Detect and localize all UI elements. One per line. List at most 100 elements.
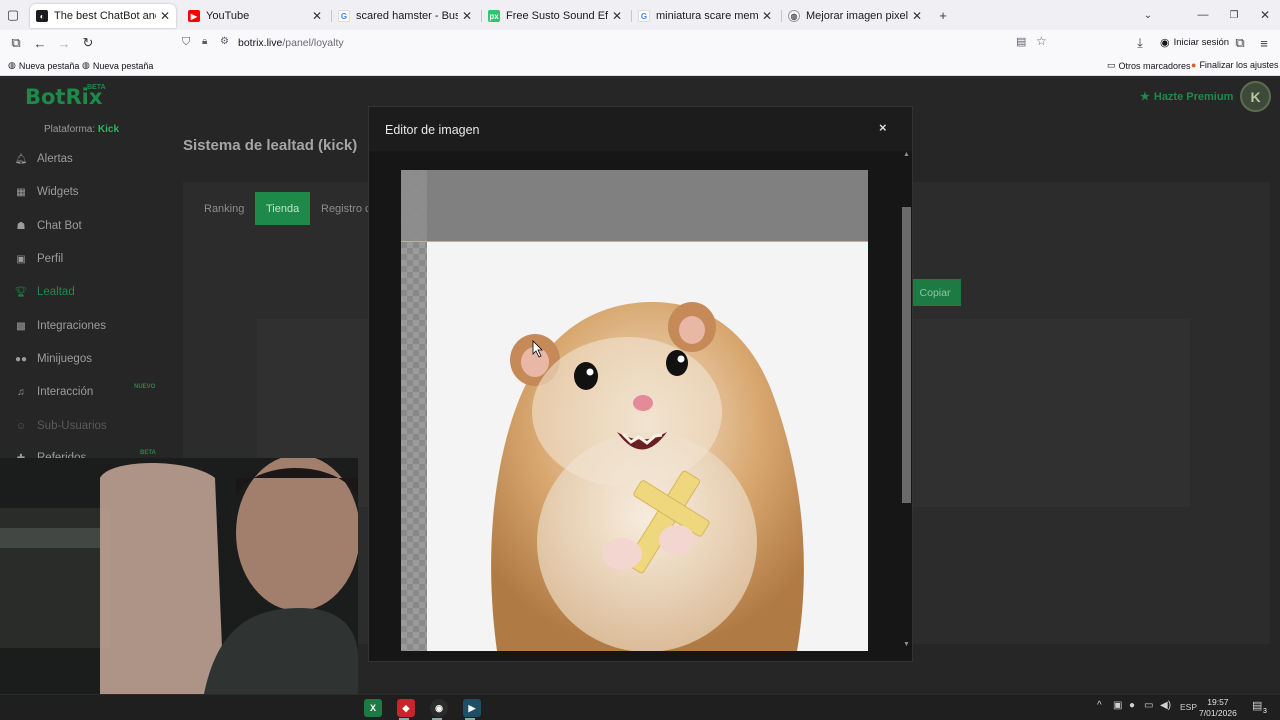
sign-in-button[interactable]: ◉ Iniciar sesión [1160, 36, 1229, 49]
clock[interactable]: 19:57 7/01/2026 [1199, 697, 1237, 719]
url-path: /panel/loyalty [282, 37, 344, 49]
sidebar-item-interaccion[interactable]: ♫ Interacción [14, 382, 93, 402]
sidebar-item-widgets[interactable]: ▦ Widgets [14, 182, 79, 202]
image-crop-area[interactable] [401, 170, 868, 651]
bell-icon: 🔔︎ [14, 153, 28, 165]
close-tab-icon[interactable]: ✕ [312, 9, 322, 23]
premium-button[interactable]: ★ Hazte Premium [1140, 90, 1233, 104]
bookmark-label: Nueva pestaña [18, 60, 80, 71]
network-icon[interactable]: ▭ [1144, 700, 1153, 711]
bookmark-new-tab-1[interactable]: ◍ Nueva pestaña [8, 60, 79, 71]
volume-icon[interactable]: ◀) [1160, 700, 1171, 711]
tab-google-scare[interactable]: G miniatura scare meme - Buscar ✕ [632, 4, 778, 28]
close-tab-icon[interactable]: ✕ [912, 9, 922, 23]
sidebar-item-label: Chat Bot [37, 220, 82, 232]
downloads-icon[interactable]: ⤓ [1131, 34, 1149, 52]
tray-device-icon[interactable]: ▣ [1113, 700, 1122, 711]
forward-button[interactable]: → [55, 34, 73, 52]
close-tab-icon[interactable]: ✕ [160, 9, 170, 23]
terminal-glyph: ▶ [468, 702, 476, 713]
reader-view-icon[interactable]: ▤ [1016, 35, 1026, 48]
tab-list-chevron-down-icon[interactable]: ⌄ [1139, 6, 1157, 24]
back-button[interactable]: ← [31, 34, 49, 52]
terminal-icon[interactable]: ▶ [463, 699, 481, 717]
other-bookmarks[interactable]: ▭ Otros marcadores [1107, 60, 1191, 71]
tab-youtube[interactable]: ▶ YouTube ✕ [182, 4, 328, 28]
globe-icon: ◍ [8, 60, 16, 70]
excel-glyph: X [369, 703, 376, 713]
close-tab-icon[interactable]: ✕ [612, 9, 622, 23]
scroll-up-icon[interactable]: ▲ [903, 151, 910, 158]
platform-indicator: Plataforma: Kick [44, 124, 119, 135]
language-indicator[interactable]: ESP [1180, 702, 1197, 712]
sidebar-item-lealtad[interactable]: 🏆︎ Lealtad [14, 282, 75, 302]
gamepad-icon: ●● [14, 353, 28, 365]
new-tab-button[interactable]: + [934, 6, 952, 24]
obs-icon[interactable]: ◉ [430, 699, 448, 717]
tab-tienda[interactable]: Tienda [255, 192, 311, 225]
tab-overview-icon[interactable]: ▢ [4, 6, 22, 24]
extensions-icon[interactable]: ⧉ [1231, 34, 1249, 52]
scroll-down-icon[interactable]: ▼ [903, 641, 910, 648]
tab-pixabay[interactable]: px Free Susto Sound Effects Downl ✕ [482, 4, 628, 28]
close-tab-icon[interactable]: ✕ [462, 9, 472, 23]
tab-mejorar-imagen[interactable]: ◍ Mejorar imagen pixelada ✕ [782, 4, 928, 28]
platform-label: Plataforma: [44, 124, 96, 135]
other-bookmarks-label: Otros marcadores [1118, 60, 1191, 71]
sidebar-item-integraciones[interactable]: ▩ Integraciones [14, 316, 106, 336]
tab-ranking[interactable]: Ranking [193, 192, 255, 225]
reload-button[interactable]: ↻ [79, 34, 97, 52]
modal-close-button[interactable]: × [879, 120, 887, 135]
bookmark-star-icon[interactable]: ☆ [1036, 34, 1047, 48]
account-icon: ◉ [1160, 37, 1170, 49]
id-card-icon: ▣ [16, 253, 26, 265]
crop-guide-line[interactable] [401, 241, 868, 242]
nuevo-badge: NUEVO [134, 384, 156, 390]
tab-title: scared hamster - Buscar con Go [356, 10, 458, 22]
pixabay-icon: px [488, 10, 500, 22]
restore-window-button[interactable]: ❐ [1225, 6, 1243, 24]
close-tab-icon[interactable]: ✕ [762, 9, 772, 23]
tab-botrix[interactable]: ◐ The best ChatBot and Widgets f ✕ [30, 4, 176, 28]
avatar[interactable]: K [1240, 81, 1271, 112]
url-text[interactable]: botrix.live/panel/loyalty [238, 37, 344, 49]
open-tab-in-window-icon[interactable]: ⧉ [7, 34, 25, 52]
notifications-icon[interactable]: ▤ [1252, 699, 1262, 712]
tab-google-hamster[interactable]: G scared hamster - Buscar con Go ✕ [332, 4, 478, 28]
sidebar-item-chatbot[interactable]: ☗ Chat Bot [14, 216, 82, 236]
hamster-illustration [491, 302, 804, 651]
tab-title: Free Susto Sound Effects Downl [506, 10, 608, 22]
address-bar[interactable]: ⛉ 🔒︎ ⚙ botrix.live/panel/loyalty ▤ ☆ [174, 32, 1056, 54]
permissions-icon[interactable]: ⚙ [220, 36, 229, 47]
menu-icon[interactable]: ≡ [1255, 34, 1273, 52]
tray-chevron-up-icon[interactable]: ^ [1097, 700, 1102, 711]
sidebar-item-minijuegos[interactable]: ●● Minijuegos [14, 349, 92, 369]
bookmark-new-tab-2[interactable]: ◍ Nueva pestaña [82, 60, 153, 71]
taskbar: X ◆ ◉ ▶ ^ ▣ ● ▭ ◀) ESP 19:57 7/01/2026 ▤ … [0, 694, 1280, 720]
microphone-icon[interactable]: ● [1129, 700, 1135, 711]
shield-icon[interactable]: ⛉ [182, 36, 190, 49]
finish-settings[interactable]: ● Finalizar los ajustes [1191, 60, 1278, 70]
modal-title: Editor de imagen [385, 123, 480, 137]
minimize-window-button[interactable]: — [1194, 6, 1212, 24]
clock-time: 19:57 [1207, 697, 1229, 707]
lock-icon[interactable]: 🔒︎ [202, 36, 207, 47]
sidebar-item-sub-usuarios[interactable]: ☺ Sub-Usuarios [14, 416, 107, 436]
image-canvas[interactable]: ▲ ▼ ◀ ▶ [369, 151, 912, 704]
crop-overlay [401, 170, 868, 241]
sidebar-item-label: Widgets [37, 186, 79, 198]
hamster-image[interactable] [427, 242, 868, 651]
vertical-scroll-thumb[interactable] [902, 207, 911, 503]
copy-button[interactable]: Copiar [909, 279, 961, 306]
platform-value: Kick [97, 124, 120, 135]
folder-icon: ▭ [1107, 60, 1116, 70]
tab-title: miniatura scare meme - Buscar [656, 10, 758, 22]
excel-icon[interactable]: X [364, 699, 382, 717]
close-window-button[interactable]: ✕ [1256, 6, 1274, 24]
sign-in-label: Iniciar sesión [1173, 37, 1230, 48]
grid-icon: ▦ [16, 186, 26, 198]
sidebar-item-alertas[interactable]: 🔔︎ Alertas [14, 149, 73, 169]
sidebar-item-perfil[interactable]: ▣ Perfil [14, 249, 63, 269]
firefox-icon: ● [1191, 60, 1197, 70]
recorder-icon[interactable]: ◆ [397, 699, 415, 717]
